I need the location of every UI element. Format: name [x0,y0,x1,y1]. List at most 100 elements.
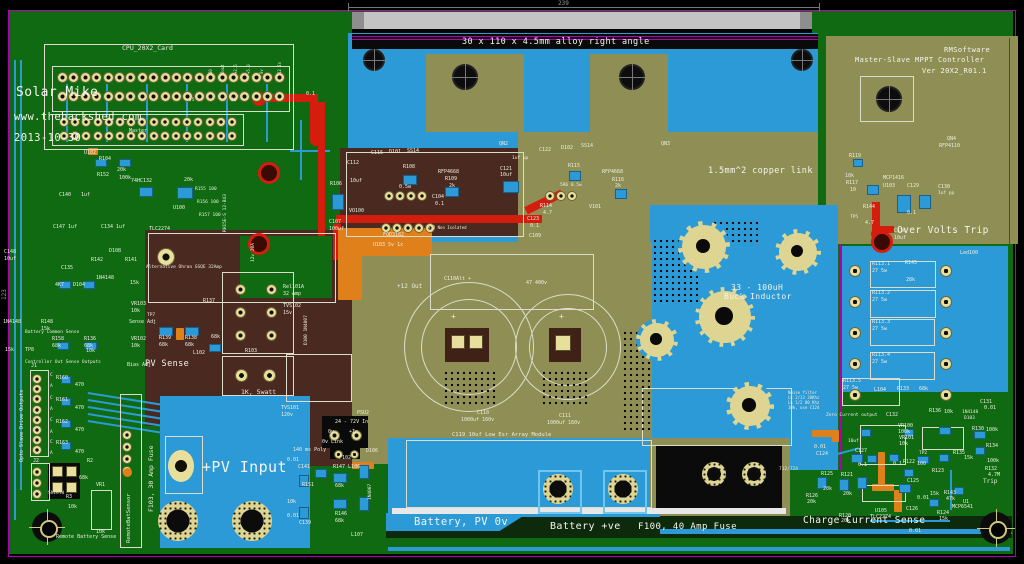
silk-label: 10k, use C124 [788,406,819,410]
silk-label: J2 [33,459,39,464]
pin-pad [252,92,261,101]
silk-label: R144 [863,205,875,210]
red-via [258,162,280,184]
silk-label: U100 [173,206,185,211]
silk-label: R157 100 [199,214,221,219]
silk-label: R114 [540,204,552,209]
silk-label: 47k [946,497,955,502]
battery-0v-label: Battery, PV 0v [414,517,508,528]
dim-left-value: 123 [2,289,8,300]
silk-label: Shield [48,492,64,497]
website-credit: www.thebackshed.com [14,112,142,123]
silk-label: 10 [850,188,856,193]
silk-label: C140 [59,193,71,198]
pv-sense-title: PV Sense [145,360,189,369]
silk-label: R121 [841,473,853,478]
pin-pad [150,132,158,140]
remote-sense-label: Remote Battery Sense [56,535,116,540]
silk-label: D104 [73,283,85,288]
silk-label: TVS101 [281,406,299,411]
terminal-pad [702,462,726,486]
pin-pad [407,192,415,200]
screw-hole [619,64,645,90]
silk-label: 0v Link [322,440,343,445]
opto-pad [53,467,62,476]
smd-component [210,345,220,351]
pin-pad [172,73,181,82]
silk-label: D103 [964,417,975,422]
silk-label: 1uf [81,193,90,198]
mounting-hole-ring [989,521,1007,539]
silk-label: 20k [841,519,850,524]
pv-input-title: +PV Input [202,460,287,476]
silk-label: D102 [561,146,573,151]
silk-label: 68k [211,335,220,340]
silk-label: +12 Non Isolated [428,226,467,230]
smd-component [976,448,984,454]
silk-label: C [50,397,53,402]
silk-label: 68k [79,476,88,481]
silk-label: J5 [189,99,194,104]
silk-label: VR103 [131,302,146,307]
silk-label: R148 [41,320,53,325]
smd-component [404,176,416,184]
pin-pad [123,431,131,439]
opto-pad [67,467,76,476]
pad [351,451,358,458]
pin-pad [941,328,951,338]
pin-pad [941,297,951,307]
silk-label: 32 Amp [283,292,301,297]
smd-component [868,456,876,462]
smd-component [140,188,152,196]
silk-label: 68k [159,343,168,348]
silk-label: 27 5w [872,360,887,365]
opto-pad [67,483,76,492]
silk-label: R113.2 [872,291,890,296]
pin-pad [115,73,124,82]
pin-pad [161,92,170,101]
silk-label: 1000uf 160v [547,421,580,426]
pin-pad [116,132,124,140]
silk-label: 10uf [500,173,512,178]
silk-label: 0.1 [858,463,867,468]
smd-component [955,488,963,494]
silk-label: C126 [906,507,918,512]
pin-pad [161,132,169,140]
silk-label: 27 5w [843,386,858,391]
screw-hole [876,86,902,112]
silk-label: 74HC132 [131,179,152,184]
silk-label: R133 [897,387,909,392]
silk-label: R137 [203,299,215,304]
silk-label: R104 [99,157,111,162]
j1-outline [30,370,49,457]
vr1-outline [91,490,112,530]
pin-pad [138,73,147,82]
silk-label: A [50,408,53,413]
pv-lug-pad [168,450,194,482]
silk-label: R109 [445,177,457,182]
silk-label: R145 [905,261,917,266]
smd-component [360,498,368,510]
silk-label: R103 [245,349,257,354]
terminal-pad [608,474,638,504]
silk-label: C104 [432,195,444,200]
pin-pad [850,328,860,338]
pad [236,308,245,317]
silk-label: R136 [84,337,96,342]
pin-pad [195,73,204,82]
silk-label: R123 [932,469,944,474]
pin-pad [206,118,214,126]
pad [158,249,174,265]
silk-label: PSU2 [357,411,369,416]
pin-pad [172,92,181,101]
silk-label: 0.1 [907,211,916,216]
silk-label: 0.01 [984,406,996,411]
silk-label: C130 [938,185,950,190]
pad [267,285,276,294]
smd-component [334,500,346,508]
pin-pad [33,406,41,414]
silk-label: 27 5w [872,298,887,303]
pin-pad [546,192,554,200]
silk-label: + [559,313,564,321]
pin-pad [217,118,225,126]
